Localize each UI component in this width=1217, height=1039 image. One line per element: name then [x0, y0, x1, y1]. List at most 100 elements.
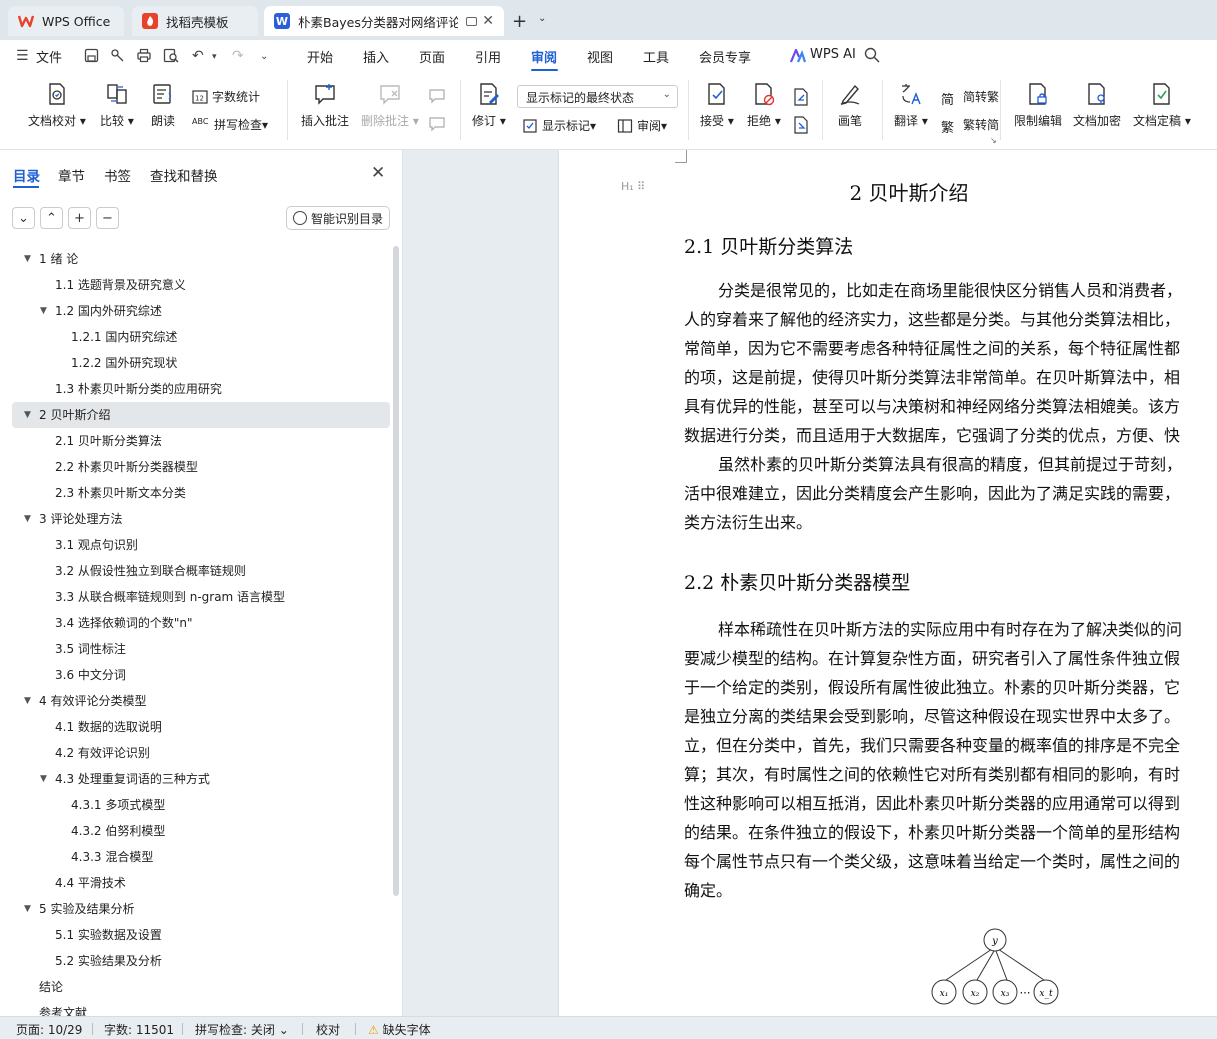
share-icon[interactable]	[110, 48, 125, 67]
page-indicator[interactable]: 页面: 10/29	[16, 1021, 82, 1038]
tab-toc[interactable]: 目录	[13, 165, 40, 185]
collapse-button[interactable]: ⌄	[12, 207, 35, 229]
caret-down-icon[interactable]: ▼	[24, 896, 31, 922]
menu-page[interactable]: 页面	[419, 47, 445, 66]
prev-revision-button[interactable]	[792, 88, 810, 106]
review-pane-button[interactable]: 审阅 ▾	[617, 117, 667, 134]
toc-item[interactable]: ▼ 2 贝叶斯介绍	[12, 402, 390, 428]
proofread-status[interactable]: 校对	[316, 1021, 340, 1038]
show-markup-button[interactable]: 显示标记 ▾	[522, 117, 596, 134]
markup-state-dropdown[interactable]: 显示标记的最终状态 ⌄	[517, 85, 678, 108]
caret-down-icon[interactable]: ▼	[24, 688, 31, 714]
read-aloud-button[interactable]: 朗读	[151, 82, 175, 129]
toc-item[interactable]: ▼ 5 实验及结果分析	[12, 896, 390, 922]
word-count[interactable]: 字数: 11501	[104, 1021, 174, 1038]
simp-to-trad-button[interactable]: 简 简转繁	[941, 88, 999, 108]
finalize-button[interactable]: 文档定稿 ▾	[1133, 82, 1191, 129]
toc-item[interactable]: ▼ 4.3 处理重复词语的三种方式	[12, 766, 390, 792]
toc-item[interactable]: 结论	[12, 974, 390, 1000]
trad-to-simp-button[interactable]: 繁 繁转简	[941, 116, 999, 136]
toc-item[interactable]: 2.2 朴素贝叶斯分类器模型	[12, 454, 390, 480]
insert-comment-button[interactable]: 插入批注	[301, 82, 349, 129]
toc-item[interactable]: 3.6 中文分词	[12, 662, 390, 688]
toc-item[interactable]: ▼ 1 绪 论	[12, 246, 390, 272]
add-heading-button[interactable]: +	[68, 207, 91, 229]
pen-button[interactable]: 画笔	[838, 82, 862, 129]
doc-check-button[interactable]: 文档校对 ▾	[28, 82, 86, 129]
restrict-edit-button[interactable]: 限制编辑	[1014, 82, 1062, 129]
close-icon[interactable]: ✕	[482, 13, 494, 29]
toc-item[interactable]: ▼ 3 评论处理方法	[12, 506, 390, 532]
menu-view[interactable]: 视图	[587, 47, 613, 66]
prev-comment-button[interactable]	[428, 88, 446, 104]
undo-icon[interactable]: ↶	[192, 48, 204, 64]
search-icon[interactable]	[864, 47, 880, 67]
caret-down-icon[interactable]: ▼	[40, 298, 47, 324]
toc-item[interactable]: 4.3.2 伯努利模型	[12, 818, 390, 844]
close-icon[interactable]: ✕	[371, 163, 385, 183]
expand-button[interactable]: ⌃	[40, 207, 63, 229]
compare-button[interactable]: 比较 ▾	[100, 82, 134, 129]
next-revision-button[interactable]	[792, 116, 810, 134]
menu-review[interactable]: 审阅	[531, 47, 557, 66]
chevron-down-icon[interactable]: ⌄	[260, 51, 268, 62]
delete-comment-button[interactable]: 删除批注 ▾	[361, 82, 419, 129]
reject-button[interactable]: 拒绝 ▾	[747, 82, 781, 129]
toc-item[interactable]: 1.2.2 国外研究现状	[12, 350, 390, 376]
missing-font-status[interactable]: ⚠ 缺失字体	[368, 1021, 431, 1038]
toc-item[interactable]: 3.1 观点句识别	[12, 532, 390, 558]
chevron-down-icon[interactable]: ▾	[212, 52, 217, 62]
caret-down-icon[interactable]: ▼	[24, 402, 31, 428]
redo-icon[interactable]: ↷	[232, 48, 244, 64]
save-icon[interactable]	[84, 48, 99, 67]
toc-item[interactable]: 3.4 选择依赖词的个数"n"	[12, 610, 390, 636]
caret-down-icon[interactable]: ▼	[24, 246, 31, 272]
chevron-down-icon[interactable]: ⌄	[538, 13, 546, 24]
tab-sections[interactable]: 章节	[58, 165, 85, 185]
tab-docer-templates[interactable]: 找稻壳模板	[132, 6, 258, 36]
hamburger-icon[interactable]: ☰	[16, 48, 29, 64]
toc-item[interactable]: 1.2.1 国内研究综述	[12, 324, 390, 350]
launcher-icon[interactable]: ↘	[990, 136, 997, 145]
toc-item[interactable]: 4.4 平滑技术	[12, 870, 390, 896]
document-page[interactable]: H₁ ⠿ 2 贝叶斯介绍 2.1 贝叶斯分类算法 分类是很常见的，比如走在商场里…	[559, 150, 1217, 1016]
toc-item[interactable]: 4.1 数据的选取说明	[12, 714, 390, 740]
toc-item[interactable]: 5.2 实验结果及分析	[12, 948, 390, 974]
toc-item[interactable]: 4.2 有效评论识别	[12, 740, 390, 766]
menu-reference[interactable]: 引用	[475, 47, 501, 66]
toc-item[interactable]: 2.3 朴素贝叶斯文本分类	[12, 480, 390, 506]
toc-item[interactable]: 3.5 词性标注	[12, 636, 390, 662]
encrypt-button[interactable]: 文档加密	[1073, 82, 1121, 129]
toc-item[interactable]: 4.3.3 混合模型	[12, 844, 390, 870]
toc-item[interactable]: 1.3 朴素贝叶斯分类的应用研究	[12, 376, 390, 402]
print-preview-icon[interactable]	[163, 48, 179, 67]
next-comment-button[interactable]	[428, 116, 446, 132]
nav-scrollbar[interactable]	[393, 246, 399, 896]
tab-wps-office[interactable]: WPS Office	[8, 6, 124, 36]
accept-button[interactable]: 接受 ▾	[700, 82, 734, 129]
word-count-button[interactable]: 12 字数统计	[192, 88, 260, 105]
translate-button[interactable]: 翻译 ▾	[894, 82, 928, 129]
tab-bookmarks[interactable]: 书签	[104, 165, 131, 185]
menu-insert[interactable]: 插入	[363, 47, 389, 66]
menu-file[interactable]: 文件	[36, 47, 62, 66]
toc-item[interactable]: 1.1 选题背景及研究意义	[12, 272, 390, 298]
menu-home[interactable]: 开始	[307, 47, 333, 66]
new-tab-icon[interactable]: +	[512, 11, 527, 32]
monitor-icon[interactable]	[466, 16, 477, 26]
tab-current-document[interactable]: W 朴素Bayes分类器对网络评论者 ✕	[264, 6, 504, 36]
toc-item[interactable]: 5.1 实验数据及设置	[12, 922, 390, 948]
toc-item[interactable]: 4.3.1 多项式模型	[12, 792, 390, 818]
toc-item[interactable]: 2.1 贝叶斯分类算法	[12, 428, 390, 454]
spell-check-button[interactable]: ABC 拼写检查 ▾	[192, 116, 268, 133]
caret-down-icon[interactable]: ▼	[40, 766, 47, 792]
smart-toc-button[interactable]: 智能识别目录	[286, 206, 390, 230]
menu-tools[interactable]: 工具	[643, 47, 669, 66]
tab-find-replace[interactable]: 查找和替换	[150, 165, 218, 185]
toc-item[interactable]: 3.3 从联合概率链规则到 n-gram 语言模型	[12, 584, 390, 610]
print-icon[interactable]	[136, 48, 152, 67]
toc-item[interactable]: ▼ 4 有效评论分类模型	[12, 688, 390, 714]
menu-wps-ai[interactable]: WPS AI	[810, 47, 856, 62]
caret-down-icon[interactable]: ▼	[24, 506, 31, 532]
revise-button[interactable]: 修订 ▾	[472, 82, 506, 129]
